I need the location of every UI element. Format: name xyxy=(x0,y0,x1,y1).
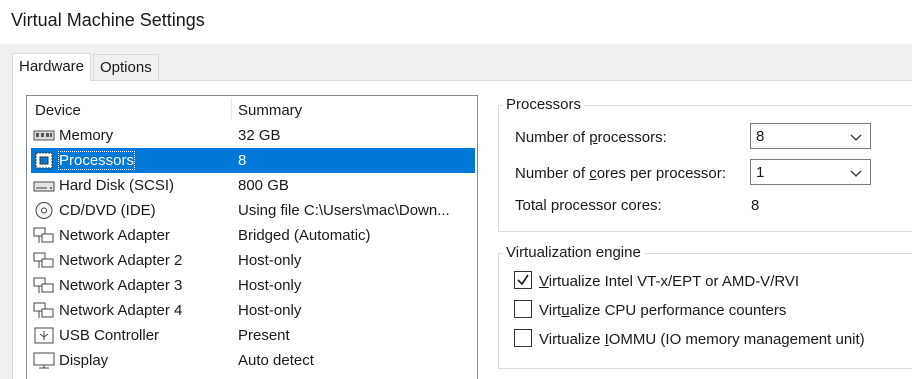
device-summary: Present xyxy=(238,327,290,344)
column-header-device[interactable]: Device xyxy=(35,102,81,119)
device-name: Hard Disk (SCSI) xyxy=(59,177,175,194)
device-row-network-adapter-4[interactable]: Network Adapter 4 Host-only xyxy=(31,298,475,323)
tab-options[interactable]: Options xyxy=(93,54,159,81)
chevron-down-icon xyxy=(850,130,862,142)
network-adapter-icon xyxy=(33,276,55,295)
device-list-header: Device Summary xyxy=(27,96,477,122)
device-name: Processors xyxy=(57,151,136,170)
hard-disk-icon xyxy=(33,176,55,195)
device-name: USB Controller xyxy=(59,327,160,344)
cores-per-processor-dropdown[interactable]: 1 xyxy=(750,159,871,185)
device-summary: 32 GB xyxy=(238,127,281,144)
device-row-display[interactable]: Display Auto detect xyxy=(31,348,475,373)
device-list[interactable]: Device Summary Memory 32 GB Processors 8… xyxy=(26,95,478,379)
device-name: Network Adapter xyxy=(59,227,170,244)
device-name: Network Adapter 3 xyxy=(59,277,183,294)
memory-icon xyxy=(33,126,55,145)
display-icon xyxy=(33,351,55,370)
device-summary: Host-only xyxy=(238,277,302,294)
num-processors-label: Number of processors: xyxy=(515,129,667,146)
device-row-memory[interactable]: Memory 32 GB xyxy=(31,123,475,148)
device-row-hard-disk[interactable]: Hard Disk (SCSI) 800 GB xyxy=(31,173,475,198)
cd-dvd-icon xyxy=(33,201,55,220)
cores-per-processor-value: 1 xyxy=(756,164,765,181)
perf-counters-label[interactable]: Virtualize CPU performance counters xyxy=(539,302,786,319)
window-title: Virtual Machine Settings xyxy=(11,10,205,30)
num-processors-dropdown[interactable]: 8 xyxy=(750,123,871,149)
device-summary: Auto detect xyxy=(238,352,314,369)
device-summary: 800 GB xyxy=(238,177,289,194)
iommu-label[interactable]: Virtualize IOMMU (IO memory management u… xyxy=(539,331,865,348)
device-row-processors[interactable]: Processors 8 xyxy=(31,148,475,173)
processors-group-label: Processors xyxy=(503,96,585,113)
iommu-checkbox[interactable] xyxy=(514,329,532,347)
device-summary: Host-only xyxy=(238,302,302,319)
vt-x-checkbox[interactable] xyxy=(514,271,532,289)
tab-hardware[interactable]: Hardware xyxy=(12,53,92,81)
device-summary: Host-only xyxy=(238,252,302,269)
checkmark-icon xyxy=(517,274,529,286)
device-name: CD/DVD (IDE) xyxy=(59,202,156,219)
network-adapter-icon xyxy=(33,301,55,320)
device-summary: Bridged (Automatic) xyxy=(238,227,371,244)
device-name: Network Adapter 2 xyxy=(59,252,183,269)
title-bar: Virtual Machine Settings xyxy=(0,0,912,44)
device-summary: Using file C:\Users\mac\Down... xyxy=(238,202,450,219)
device-name: Display xyxy=(59,352,109,369)
device-name: Memory xyxy=(59,127,114,144)
perf-counters-checkbox[interactable] xyxy=(514,300,532,318)
device-row-network-adapter[interactable]: Network Adapter Bridged (Automatic) xyxy=(31,223,475,248)
device-row-usb-controller[interactable]: USB Controller Present xyxy=(31,323,475,348)
device-row-network-adapter-3[interactable]: Network Adapter 3 Host-only xyxy=(31,273,475,298)
total-cores-value: 8 xyxy=(751,197,760,214)
usb-controller-icon xyxy=(33,326,55,345)
network-adapter-icon xyxy=(33,251,55,270)
processor-icon xyxy=(33,151,55,170)
device-row-cd-dvd[interactable]: CD/DVD (IDE) Using file C:\Users\mac\Dow… xyxy=(31,198,475,223)
device-name: Network Adapter 4 xyxy=(59,302,183,319)
cores-per-processor-label: Number of cores per processor: xyxy=(515,165,726,182)
total-cores-label: Total processor cores: xyxy=(515,197,662,214)
network-adapter-icon xyxy=(33,226,55,245)
device-row-network-adapter-2[interactable]: Network Adapter 2 Host-only xyxy=(31,248,475,273)
chevron-down-icon xyxy=(850,166,862,178)
vt-x-label[interactable]: Virtualize Intel VT-x/EPT or AMD-V/RVI xyxy=(539,273,799,290)
device-summary: 8 xyxy=(238,152,247,169)
virtualization-group-label: Virtualization engine xyxy=(503,244,644,261)
num-processors-value: 8 xyxy=(756,128,765,145)
column-header-summary[interactable]: Summary xyxy=(238,102,302,119)
